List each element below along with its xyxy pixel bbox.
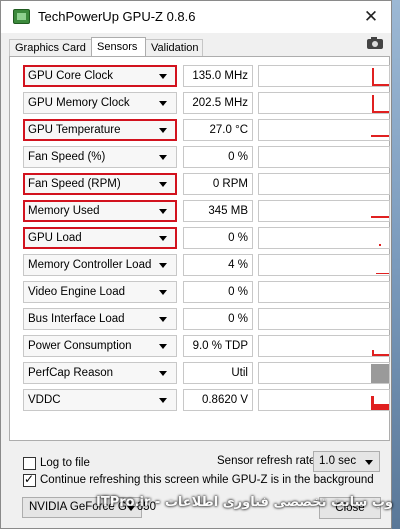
sensor-name-dropdown[interactable]: GPU Temperature	[23, 119, 177, 141]
chevron-down-icon	[159, 101, 167, 106]
chevron-down-icon	[159, 128, 167, 133]
window-close-button[interactable]: ✕	[357, 5, 385, 29]
chevron-down-icon	[159, 344, 167, 349]
chevron-down-icon	[159, 155, 167, 160]
log-to-file-checkbox[interactable]	[23, 457, 36, 470]
chevron-down-icon	[159, 317, 167, 322]
sensor-value: 9.0 % TDP	[183, 335, 253, 357]
tab-graphics-card[interactable]: Graphics Card	[9, 39, 92, 56]
sensor-graph	[258, 362, 390, 384]
chevron-down-icon	[159, 263, 167, 268]
sensor-value: 0 %	[183, 281, 253, 303]
sensor-name-dropdown[interactable]: GPU Load	[23, 227, 177, 249]
sensor-name-dropdown[interactable]: PerfCap Reason	[23, 362, 177, 384]
sensor-name-dropdown[interactable]: GPU Memory Clock	[23, 92, 177, 114]
tab-sensors[interactable]: Sensors	[91, 37, 146, 56]
sensors-panel: GPU Core Clock 135.0 MHz GPU Memory Cloc…	[9, 56, 390, 441]
sensor-graph	[258, 335, 390, 357]
refresh-rate-select[interactable]: 1.0 sec	[313, 451, 380, 472]
continue-refresh-checkbox[interactable]	[23, 472, 36, 487]
chevron-down-icon	[159, 398, 167, 403]
watermark-text: وب سایت تخصصی فناوری اطلاعات - ITPro.ir	[96, 495, 393, 510]
sensor-name-dropdown[interactable]: GPU Core Clock	[23, 65, 177, 87]
sensor-value: 135.0 MHz	[183, 65, 253, 87]
sensor-name-dropdown[interactable]: Power Consumption	[23, 335, 177, 357]
sensor-name-dropdown[interactable]: Memory Used	[23, 200, 177, 222]
chevron-down-icon	[159, 74, 167, 79]
sensor-graph	[258, 119, 390, 141]
sensor-graph	[258, 227, 390, 249]
sensor-value: 0 %	[183, 227, 253, 249]
sensor-name-dropdown[interactable]: Bus Interface Load	[23, 308, 177, 330]
sensor-value: 202.5 MHz	[183, 92, 253, 114]
gpuz-window: TechPowerUp GPU-Z 0.8.6 ✕ Graphics Card …	[0, 0, 393, 529]
tab-strip: Graphics Card Sensors Validation	[9, 37, 389, 56]
continue-refresh-label: Continue refreshing this screen while GP…	[40, 474, 374, 486]
sensor-graph	[258, 173, 390, 195]
sensor-name-dropdown[interactable]: VDDC	[23, 389, 177, 411]
sensor-value: 0 %	[183, 308, 253, 330]
sensor-name-dropdown[interactable]: Fan Speed (RPM)	[23, 173, 177, 195]
gpuz-app-icon	[13, 9, 30, 24]
title-bar[interactable]: TechPowerUp GPU-Z 0.8.6 ✕	[1, 1, 391, 33]
chevron-down-icon	[159, 371, 167, 376]
sensor-graph	[258, 200, 390, 222]
sensor-name-dropdown[interactable]: Memory Controller Load	[23, 254, 177, 276]
chevron-down-icon	[159, 182, 167, 187]
chevron-down-icon	[159, 290, 167, 295]
sensor-value: 345 MB	[183, 200, 253, 222]
window-title: TechPowerUp GPU-Z 0.8.6	[38, 9, 196, 24]
sensor-name-dropdown[interactable]: Fan Speed (%)	[23, 146, 177, 168]
log-to-file-label: Log to file	[40, 457, 90, 469]
sensor-graph	[258, 308, 390, 330]
chevron-down-icon	[159, 209, 167, 214]
sensor-value: 4 %	[183, 254, 253, 276]
chevron-down-icon	[365, 460, 373, 465]
sensor-graph	[258, 281, 390, 303]
sensor-graph	[258, 92, 390, 114]
sensor-value: Util	[183, 362, 253, 384]
chevron-down-icon	[159, 236, 167, 241]
sensor-graph	[258, 254, 390, 276]
sensor-value: 0.8620 V	[183, 389, 253, 411]
sensor-graph	[258, 146, 390, 168]
sensor-value: 27.0 °C	[183, 119, 253, 141]
tab-validation[interactable]: Validation	[145, 39, 203, 56]
refresh-rate-label: Sensor refresh rate:	[217, 455, 319, 467]
sensor-graph	[258, 65, 390, 87]
sensor-name-dropdown[interactable]: Video Engine Load	[23, 281, 177, 303]
screenshot-button[interactable]	[365, 35, 385, 51]
sensor-value: 0 RPM	[183, 173, 253, 195]
sensor-graph	[258, 389, 390, 411]
sensor-value: 0 %	[183, 146, 253, 168]
